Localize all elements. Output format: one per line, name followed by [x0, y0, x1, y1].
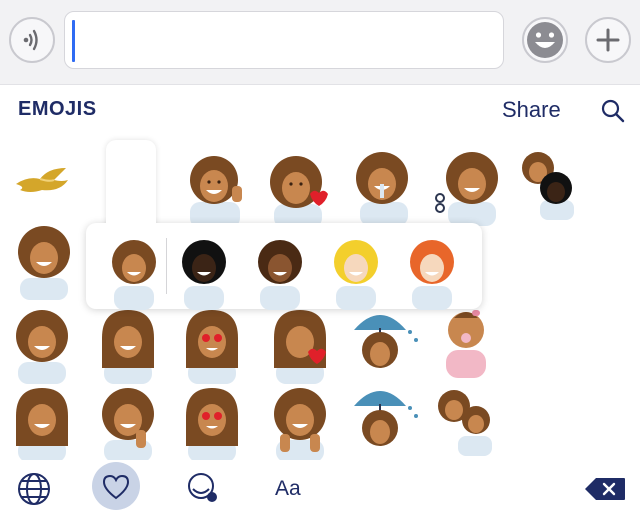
gold-dove-emoji[interactable]	[14, 166, 70, 196]
heart-icon	[102, 474, 130, 500]
skin-tone-option-default[interactable]	[98, 234, 176, 310]
girls-hugging-emoji[interactable]	[432, 384, 510, 460]
girl-smiling-emoji[interactable]	[8, 224, 86, 300]
plus-icon	[596, 28, 620, 52]
girl-heart-kiss-emoji[interactable]	[262, 152, 340, 228]
girl-wave-emoji[interactable]	[92, 386, 170, 462]
girl-umbrella-emoji[interactable]	[346, 380, 424, 456]
skin-tone-popup-joint	[106, 214, 156, 234]
girl-heart-eyes-2-emoji[interactable]	[176, 386, 254, 462]
globe-icon[interactable]	[16, 471, 52, 507]
backspace-icon[interactable]	[584, 477, 626, 501]
voice-button[interactable]	[9, 17, 55, 63]
two-girls-emoji[interactable]	[516, 144, 594, 220]
girl-scissors-emoji[interactable]	[434, 150, 512, 226]
skin-tone-option-dark[interactable]	[168, 234, 246, 310]
girl-shushing-emoji[interactable]	[348, 150, 426, 226]
share-button[interactable]: Share	[502, 97, 561, 123]
text-caret	[72, 20, 75, 62]
girl-peace-sign-emoji[interactable]	[180, 152, 258, 228]
girl-praying-emoji[interactable]	[264, 386, 342, 462]
sticker-icon[interactable]	[186, 471, 220, 505]
smiley-button[interactable]	[522, 17, 568, 63]
smiley-face-icon	[527, 22, 563, 58]
audio-wave-icon	[23, 29, 38, 51]
skin-tone-option-blonde-light[interactable]	[320, 234, 398, 310]
page-title: EMOJIS	[18, 98, 97, 120]
girl-long-hair-emoji[interactable]	[92, 308, 170, 384]
search-icon[interactable]	[600, 98, 626, 124]
girl-blowing-kiss-emoji[interactable]	[264, 308, 342, 384]
girl-heart-eyes-emoji[interactable]	[176, 308, 254, 384]
girl-grinning-emoji[interactable]	[6, 308, 84, 384]
girl-umbrella-rain-emoji[interactable]	[346, 304, 424, 380]
skin-tone-option-medium-dark[interactable]	[244, 234, 322, 310]
message-input[interactable]	[64, 11, 504, 69]
skin-tone-option-red-light[interactable]	[396, 234, 474, 310]
add-button[interactable]	[585, 17, 631, 63]
girl-curly-smile-emoji[interactable]	[6, 386, 84, 462]
text-mode-button[interactable]: Aa	[275, 477, 301, 501]
baby-pacifier-emoji[interactable]	[432, 304, 510, 380]
